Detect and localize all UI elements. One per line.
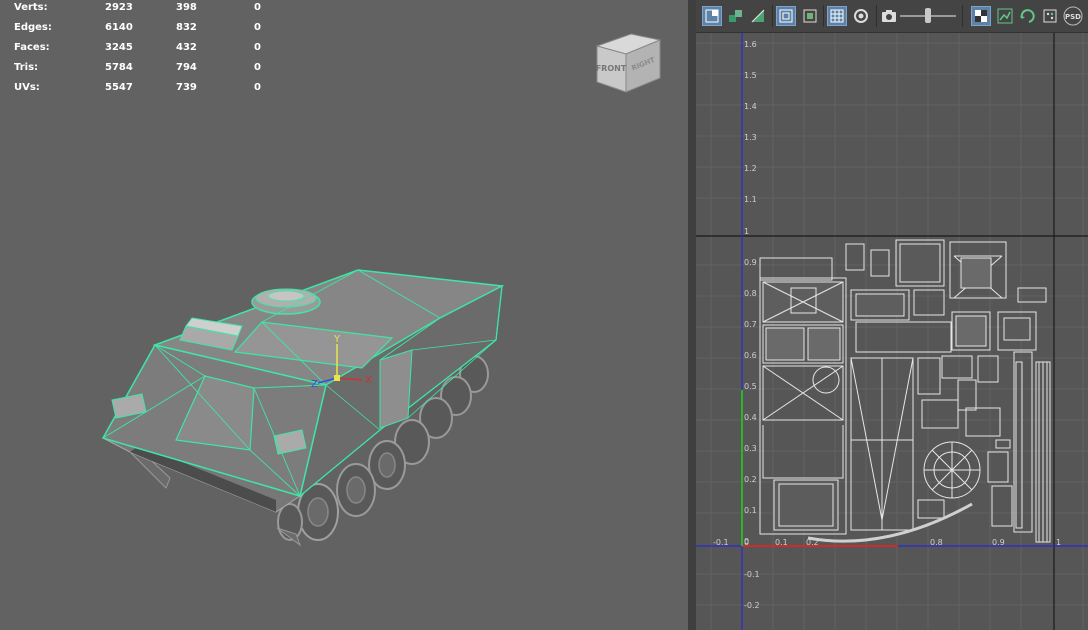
v-tick: 0.8: [744, 289, 757, 298]
tank-model[interactable]: Y X Z: [0, 0, 688, 630]
uv-grid-button[interactable]: [827, 6, 847, 26]
uv-pixel-snap-button[interactable]: [851, 6, 871, 26]
chart-icon: [997, 8, 1013, 24]
border-icon: [751, 9, 765, 23]
rotate-icon: [1020, 9, 1035, 23]
v-tick: 0.1: [744, 506, 757, 515]
uv-editor-panel[interactable]: PSD 1.6 1.5 1.4 1.3 1.2 1.1 1 0.9 0.8 0.…: [696, 0, 1088, 630]
v-tick: 1.3: [744, 133, 757, 142]
camera-icon: [882, 10, 896, 22]
uv-image-range-button[interactable]: [995, 6, 1015, 26]
uv-checker-button[interactable]: [971, 6, 991, 26]
uv-select-button[interactable]: [702, 6, 722, 26]
u-tick: 0.9: [992, 538, 1005, 547]
v-tick: 1.6: [744, 40, 757, 49]
uv-grid-canvas[interactable]: 1.6 1.5 1.4 1.3 1.2 1.1 1 0.9 0.8 0.7 0.…: [696, 33, 1088, 630]
uv-frame-button[interactable]: [776, 6, 796, 26]
v-tick: 0.3: [744, 444, 757, 453]
psd-icon: PSD: [1063, 6, 1083, 26]
v-tick: 0.6: [744, 351, 757, 360]
uv-brightness-slider-thumb[interactable]: [925, 8, 931, 23]
uv-v-tick-labels: 1.6 1.5 1.4 1.3 1.2 1.1 1 0.9 0.8 0.7 0.…: [744, 40, 760, 610]
v-tick: -0.2: [744, 601, 760, 610]
y-axis-label: Y: [333, 334, 341, 345]
v-tick: 0.7: [744, 320, 757, 329]
uv-border-button[interactable]: [748, 6, 768, 26]
u-tick: 0.8: [930, 538, 943, 547]
v-tick: 1.4: [744, 102, 757, 111]
z-axis-label: Z: [311, 379, 318, 390]
v-tick: 0.2: [744, 475, 757, 484]
v-tick: -0.1: [744, 570, 760, 579]
uv-rotate-button[interactable]: [1017, 6, 1037, 26]
u-tick: -0.1: [713, 538, 729, 547]
v-tick: 0.5: [744, 382, 757, 391]
uv-toolbar: PSD: [696, 0, 1088, 33]
dither-icon: [1043, 9, 1057, 23]
v-tick: 1.2: [744, 164, 757, 173]
v-tick: 1.1: [744, 195, 757, 204]
grid-icon: [830, 9, 844, 23]
uv-shell-button[interactable]: [726, 6, 746, 26]
v-tick: 1.5: [744, 71, 757, 80]
u-tick: 1: [1056, 538, 1061, 547]
v-tick: 0.9: [744, 258, 757, 267]
uv-frame-all-button[interactable]: [800, 6, 820, 26]
u-tick: 0: [744, 538, 749, 547]
frame-icon: [779, 9, 793, 23]
checker-icon: [975, 10, 987, 22]
uv-image-button[interactable]: [879, 6, 899, 26]
u-tick: 0.1: [775, 538, 788, 547]
v-tick: 0.4: [744, 413, 757, 422]
perspective-viewport[interactable]: Verts: 2923 398 0 Edges: 6140 832 0 Face…: [0, 0, 688, 630]
v-tick: 1: [744, 227, 749, 236]
uv-dither-button[interactable]: [1040, 6, 1060, 26]
x-axis-label: X: [365, 375, 372, 386]
shell-icon: [729, 10, 742, 22]
grid-select-icon: [705, 9, 719, 23]
psd-label: PSD: [1065, 13, 1081, 21]
gear-icon: [854, 9, 868, 23]
panel-splitter[interactable]: [688, 0, 696, 630]
frame-all-icon: [803, 9, 817, 23]
uv-psd-button[interactable]: PSD: [1062, 6, 1083, 26]
